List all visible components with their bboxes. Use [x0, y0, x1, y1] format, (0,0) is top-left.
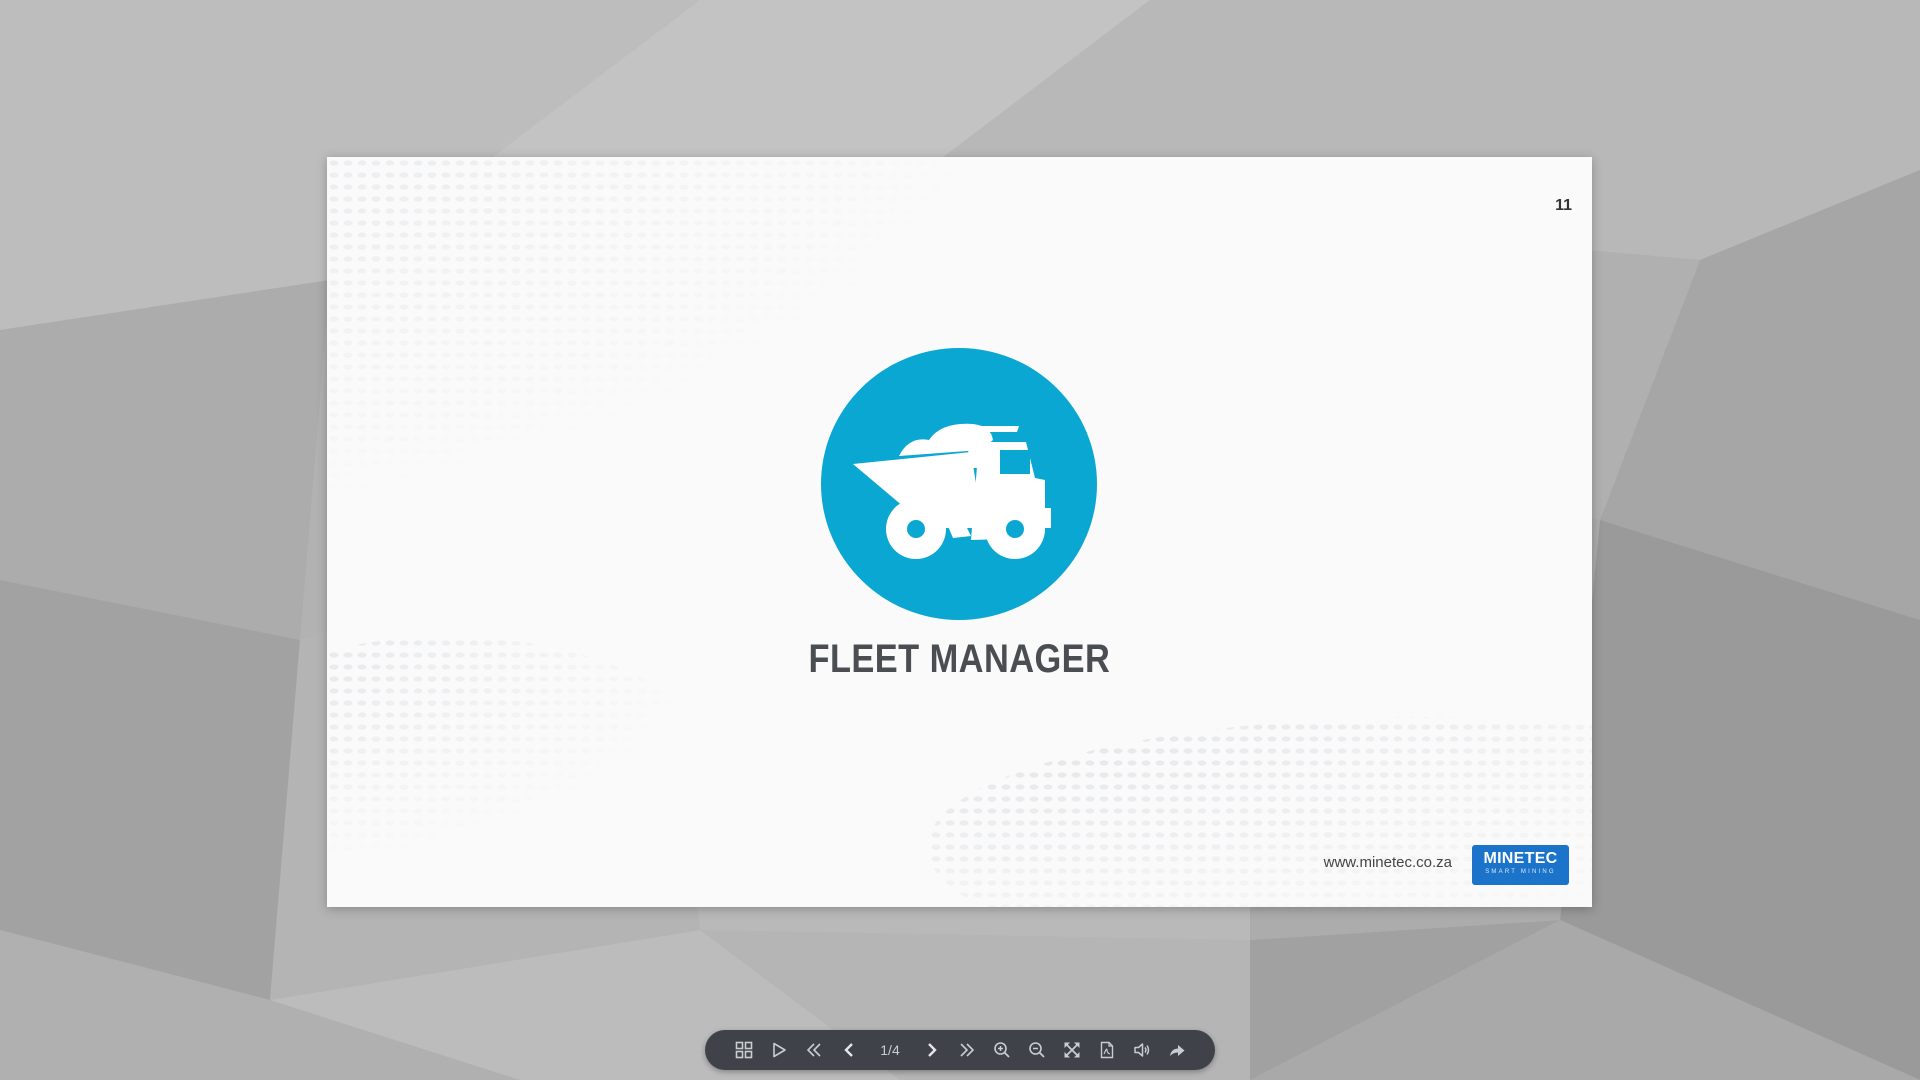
dump-truck-icon	[821, 348, 1097, 620]
double-chevron-right-icon	[959, 1043, 974, 1057]
logo-tagline: SMART MINING	[1485, 869, 1556, 875]
first-page-button[interactable]	[796, 1030, 831, 1070]
zoom-out-button[interactable]	[1019, 1030, 1054, 1070]
previous-page-button[interactable]	[831, 1030, 866, 1070]
slide: 11 FLEET MANAGER www.minetec.co.za MINET…	[327, 157, 1592, 907]
slide-page-number: 11	[1555, 197, 1572, 214]
pdf-icon	[1100, 1041, 1113, 1059]
logo-brand-name: MINETEC	[1483, 850, 1558, 867]
autoplay-button[interactable]	[761, 1030, 796, 1070]
viewer-toolbar: 1/4	[705, 1030, 1215, 1070]
play-icon	[772, 1042, 786, 1058]
sound-button[interactable]	[1124, 1030, 1159, 1070]
page-indicator: 1/4	[880, 1042, 900, 1058]
double-chevron-left-icon	[806, 1043, 821, 1057]
thumbnails-button[interactable]	[726, 1030, 761, 1070]
fullscreen-button[interactable]	[1054, 1030, 1089, 1070]
viewer-background: 11 FLEET MANAGER www.minetec.co.za MINET…	[0, 0, 1920, 1080]
chevron-right-icon	[927, 1043, 937, 1057]
last-page-button[interactable]	[949, 1030, 984, 1070]
share-icon	[1169, 1045, 1184, 1056]
zoom-in-button[interactable]	[984, 1030, 1019, 1070]
minetec-logo: MINETEC SMART MINING	[1472, 845, 1569, 885]
share-button[interactable]	[1159, 1030, 1194, 1070]
grid-icon	[735, 1041, 752, 1059]
zoom-out-icon	[1028, 1042, 1045, 1058]
website-url: www.minetec.co.za	[1323, 854, 1452, 871]
speaker-icon	[1133, 1043, 1149, 1057]
slide-title: FLEET MANAGER	[808, 637, 1111, 681]
zoom-in-icon	[993, 1042, 1010, 1058]
fullscreen-icon	[1064, 1042, 1079, 1058]
download-pdf-button[interactable]	[1089, 1030, 1124, 1070]
chevron-left-icon	[843, 1043, 853, 1057]
next-page-button[interactable]	[914, 1030, 949, 1070]
